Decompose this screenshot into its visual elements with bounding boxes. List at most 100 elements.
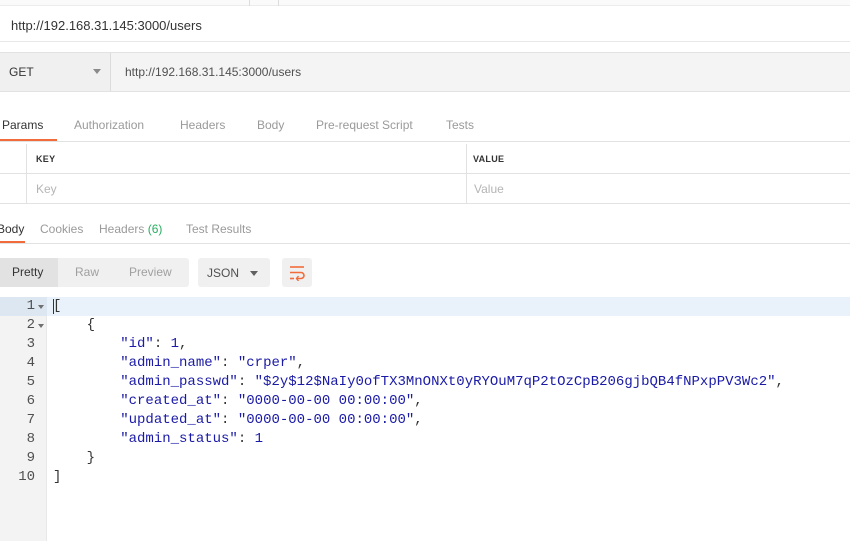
active-tab-indicator [0,241,25,243]
json-punctuation: , [414,412,423,428]
url-input[interactable] [112,53,850,91]
view-raw-button[interactable]: Raw [75,258,99,287]
tab-tests[interactable]: Tests [446,118,474,132]
tab-cookies[interactable]: Cookies [40,222,83,236]
tab-response-headers-label: Headers [99,222,145,236]
tab-divider [249,0,250,6]
code-line: "admin_name": "crper", [53,354,305,373]
json-key: "id" [120,336,154,352]
tab-divider [278,0,279,6]
headers-count-badge: (6) [147,222,163,236]
json-bracket: } [86,450,96,466]
tab-pre-request-script[interactable]: Pre-request Script [316,118,413,132]
tab-test-results[interactable]: Test Results [186,222,251,236]
tab-response-headers[interactable]: Headers (6) [99,222,162,236]
code-line: "admin_passwd": "$2y$12$NaIy0ofTX3MnONXt… [53,373,784,392]
line-number: 4 [26,355,35,371]
json-value: 1 [254,431,264,447]
key-column-header: KEY [36,154,56,164]
value-column-header: VALUE [473,154,505,164]
tab-body[interactable]: Body [257,118,284,132]
code-line: { [53,316,95,335]
tab-authorization[interactable]: Authorization [74,118,144,132]
json-punctuation: , [775,374,784,390]
request-tab-title[interactable]: http://192.168.31.145:3000/users [11,18,202,33]
code-line: [ [53,297,61,316]
json-separator: : [153,336,171,352]
params-header-row: KEY VALUE [0,144,850,174]
wrap-lines-button[interactable] [282,258,312,287]
tab-params[interactable]: Params [2,118,43,132]
line-number: 7 [26,412,35,428]
line-number: 10 [18,469,35,485]
view-pretty-button[interactable]: Pretty [0,258,58,287]
line-number: 2 [26,317,35,333]
json-separator: : [237,431,255,447]
json-value: "$2y$12$NaIy0ofTX3MnONXt0yRYOuM7qP2tOzCp… [254,374,776,390]
params-check-column [0,144,27,174]
code-line: "created_at": "0000-00-00 00:00:00", [53,392,422,411]
wrap-lines-icon [290,266,305,281]
json-value: "crper" [237,355,297,371]
response-body-editor[interactable]: 1 2 3 4 5 6 7 8 9 10 [ { "id": 1, "admin_name": "… [0,297,850,541]
json-bracket: { [86,317,96,333]
code-line: "admin_status": 1 [53,430,263,449]
column-divider [466,144,467,174]
tab-headers[interactable]: Headers [180,118,225,132]
param-checkbox[interactable] [0,174,27,204]
method-label: GET [9,65,34,79]
json-separator: : [221,412,238,428]
params-row [0,174,850,204]
json-value: "0000-00-00 00:00:00" [237,412,415,428]
request-tabs: Params Authorization Headers Body Pre-re… [0,110,850,142]
json-separator: : [221,355,238,371]
json-punctuation: , [296,355,306,371]
param-key-input[interactable] [36,178,456,200]
json-separator: : [237,374,255,390]
tab-response-body[interactable]: Body [0,222,24,236]
json-bracket: [ [53,298,62,314]
view-preview-button[interactable]: Preview [129,258,172,287]
json-key: "updated_at" [120,412,222,428]
json-key: "admin_name" [120,355,222,371]
json-separator: : [221,393,238,409]
code-line: ] [53,468,61,487]
active-line-highlight [0,297,850,316]
json-key: "admin_passwd" [120,374,238,390]
response-view-bar: Pretty Raw Preview JSON [0,256,850,290]
active-tab-indicator [0,139,57,141]
line-number: 1 [26,298,35,314]
format-label: JSON [207,266,240,280]
method-select[interactable]: GET [0,53,111,91]
json-value: 1 [170,336,180,352]
param-value-input[interactable] [474,178,844,200]
line-number: 5 [26,374,35,390]
format-select[interactable]: JSON [198,258,270,287]
json-key: "created_at" [120,393,222,409]
response-tabs: Body Cookies Headers (6) Test Results [0,214,850,244]
line-number: 9 [26,450,35,466]
window-top-strip [0,0,850,6]
code-line: } [53,449,95,468]
divider [0,41,850,42]
url-bar: GET [0,52,850,92]
view-mode-group: Pretty Raw Preview [0,258,189,287]
chevron-down-icon [93,69,101,74]
params-table: KEY VALUE [0,144,850,206]
json-value: "0000-00-00 00:00:00" [237,393,415,409]
fold-toggle-icon[interactable] [38,324,44,328]
code-line: "updated_at": "0000-00-00 00:00:00", [53,411,423,430]
text-cursor [53,299,54,314]
json-bracket: ] [53,469,62,485]
line-number: 6 [26,393,35,409]
fold-toggle-icon[interactable] [38,305,44,309]
code-line: "id": 1, [53,335,187,354]
